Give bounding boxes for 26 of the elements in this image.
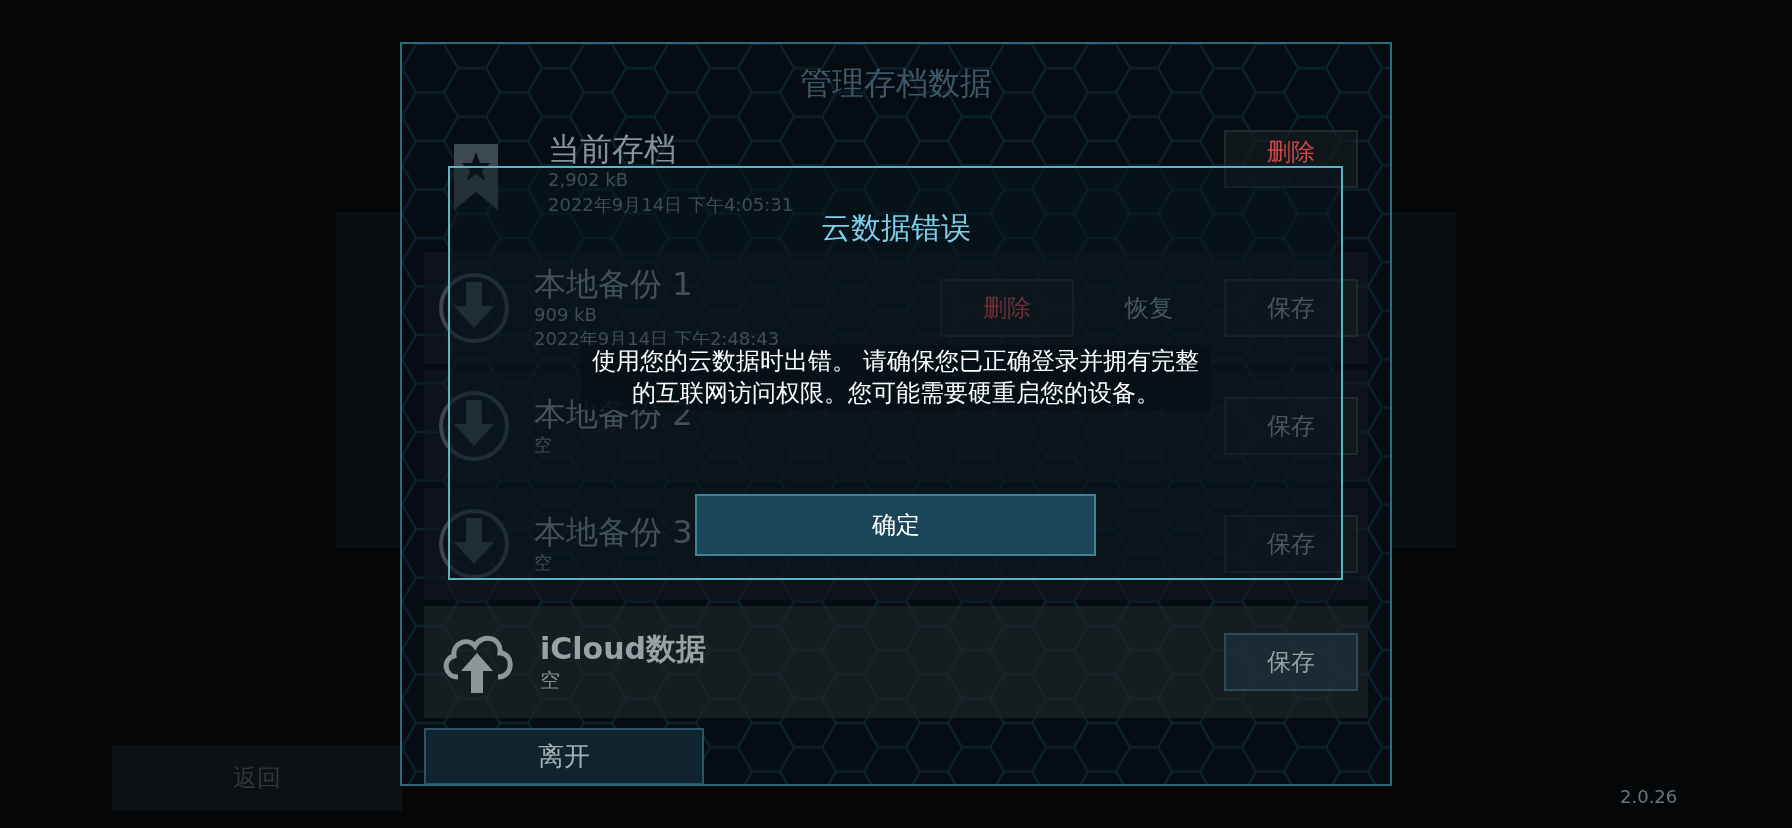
save-name: iCloud数据: [540, 630, 707, 667]
bookmark-star-icon: [454, 144, 498, 210]
save-button[interactable]: 保存: [1224, 279, 1358, 337]
dialog-title: 云数据错误: [820, 209, 971, 247]
save-name: 当前存档: [548, 130, 676, 169]
download-circle-icon: [438, 390, 510, 462]
delete-button[interactable]: 删除: [1224, 130, 1358, 188]
restore-button[interactable]: 恢复: [1082, 279, 1216, 337]
save-button[interactable]: 保存: [1224, 515, 1358, 573]
ok-button[interactable]: 确定: [695, 494, 1096, 556]
save-size: 909 kB: [534, 302, 597, 327]
version-label: 2.0.26: [1620, 786, 1678, 807]
save-name: 本地备份 1: [534, 264, 693, 303]
save-size: 2,902 kB: [548, 168, 629, 193]
leave-button[interactable]: 离开: [424, 728, 704, 784]
save-date: 2022年9月14日 下午4:05:31: [548, 192, 794, 217]
save-status: 空: [534, 433, 552, 458]
save-button[interactable]: 保存: [1224, 397, 1358, 455]
save-status: 空: [540, 666, 560, 694]
download-circle-icon: [438, 272, 510, 344]
delete-button[interactable]: 删除: [940, 279, 1074, 337]
download-circle-icon: [438, 508, 510, 580]
save-status: 空: [534, 551, 552, 576]
panel-title: 管理存档数据: [799, 63, 993, 104]
save-name: 本地备份 3: [534, 512, 693, 552]
save-button[interactable]: 保存: [1224, 633, 1358, 691]
